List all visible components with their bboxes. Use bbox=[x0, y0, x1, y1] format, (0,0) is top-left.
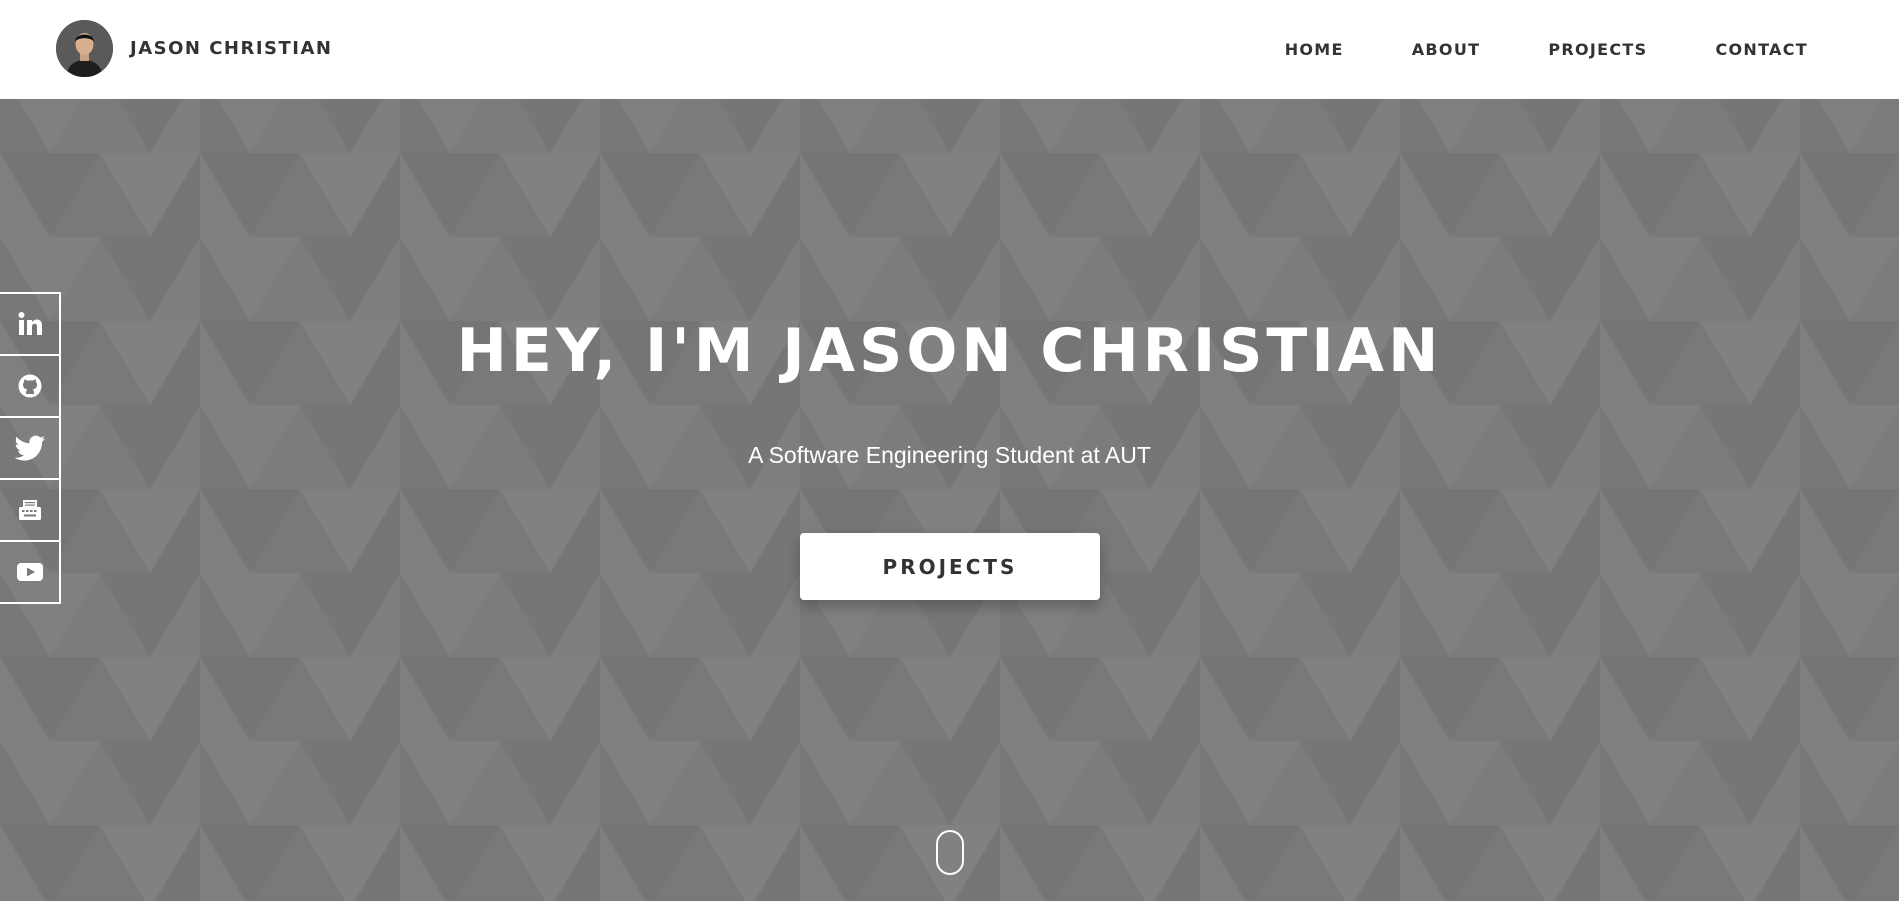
social-youtube[interactable] bbox=[0, 540, 61, 604]
social-blog[interactable] bbox=[0, 478, 61, 542]
scroll-down-indicator[interactable] bbox=[936, 830, 964, 875]
nav-contact[interactable]: CONTACT bbox=[1715, 40, 1808, 59]
nav-home[interactable]: HOME bbox=[1285, 40, 1344, 59]
hero-background-pattern bbox=[0, 99, 1899, 901]
nav-projects[interactable]: PROJECTS bbox=[1548, 40, 1647, 59]
linkedin-icon bbox=[18, 312, 42, 335]
avatar-image bbox=[56, 20, 113, 77]
twitter-icon bbox=[14, 435, 45, 461]
hero-subtitle: A Software Engineering Student at AUT bbox=[748, 442, 1151, 468]
avatar bbox=[56, 20, 113, 77]
brand-name: JASON CHRISTIAN bbox=[130, 38, 333, 59]
brand-link[interactable]: JASON CHRISTIAN bbox=[56, 20, 333, 77]
github-icon bbox=[18, 374, 41, 398]
social-linkedin[interactable] bbox=[0, 292, 61, 356]
hero-title: HEY, I'M JASON CHRISTIAN bbox=[456, 316, 1443, 386]
typewriter-icon bbox=[18, 500, 41, 520]
site-header: JASON CHRISTIAN HOME ABOUT PROJECTS CONT… bbox=[0, 0, 1899, 99]
social-github[interactable] bbox=[0, 354, 61, 418]
projects-button[interactable]: PROJECTS bbox=[800, 533, 1100, 600]
hero-section: HEY, I'M JASON CHRISTIAN A Software Engi… bbox=[0, 99, 1899, 901]
social-twitter[interactable] bbox=[0, 416, 61, 480]
youtube-icon bbox=[16, 563, 43, 581]
main-nav: HOME ABOUT PROJECTS CONTACT bbox=[1285, 0, 1808, 99]
social-sidebar bbox=[0, 292, 61, 604]
nav-about[interactable]: ABOUT bbox=[1412, 40, 1481, 59]
